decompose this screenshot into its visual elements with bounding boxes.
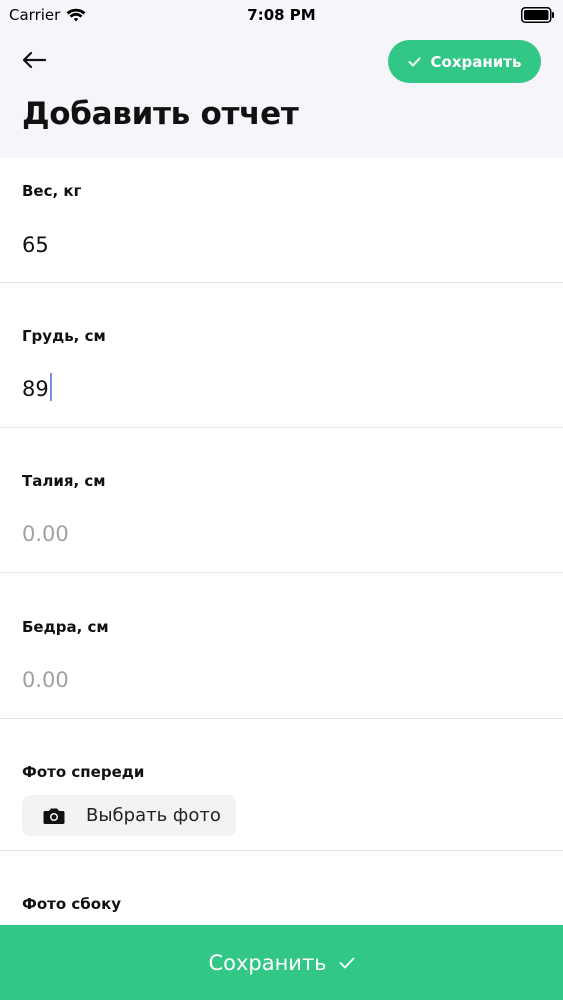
bottom-save-label: Сохранить: [208, 950, 327, 975]
chest-input[interactable]: 89: [22, 373, 542, 405]
chest-label: Грудь, см: [22, 327, 106, 345]
waist-label: Талия, см: [22, 472, 106, 490]
weight-label: Вес, кг: [22, 182, 82, 200]
page-title: Добавить отчет: [22, 96, 299, 132]
side-photo-field: Фото сбоку: [0, 851, 563, 925]
chest-value: 89: [22, 377, 49, 401]
back-button[interactable]: [18, 44, 50, 76]
header-save-label: Сохранить: [430, 52, 522, 71]
check-icon: [339, 957, 354, 968]
camera-icon: [43, 808, 65, 824]
choose-photo-button[interactable]: Выбрать фото: [22, 795, 236, 836]
waist-field: Талия, см: [0, 428, 563, 573]
back-arrow-icon: [22, 51, 47, 69]
battery-icon: [521, 7, 554, 23]
side-photo-label: Фото сбоку: [22, 895, 122, 913]
hips-field: Бедра, см: [0, 573, 563, 719]
check-icon: [408, 57, 421, 66]
hips-label: Бедра, см: [22, 618, 109, 636]
front-photo-field: Фото спереди Выбрать фото: [0, 719, 563, 851]
choose-photo-label: Выбрать фото: [86, 805, 221, 826]
weight-input[interactable]: [22, 230, 542, 260]
bottom-save-button[interactable]: Сохранить: [0, 925, 563, 1000]
status-time: 7:08 PM: [247, 6, 316, 24]
hips-input[interactable]: [22, 665, 542, 695]
header: Сохранить Добавить отчет: [0, 30, 563, 158]
weight-field: Вес, кг: [0, 158, 563, 283]
front-photo-label: Фото спереди: [22, 763, 145, 781]
chest-field: Грудь, см 89: [0, 283, 563, 428]
header-save-button[interactable]: Сохранить: [388, 40, 541, 83]
waist-input[interactable]: [22, 519, 542, 549]
text-caret: [49, 373, 52, 401]
status-bar: Carrier 7:08 PM: [0, 0, 563, 30]
